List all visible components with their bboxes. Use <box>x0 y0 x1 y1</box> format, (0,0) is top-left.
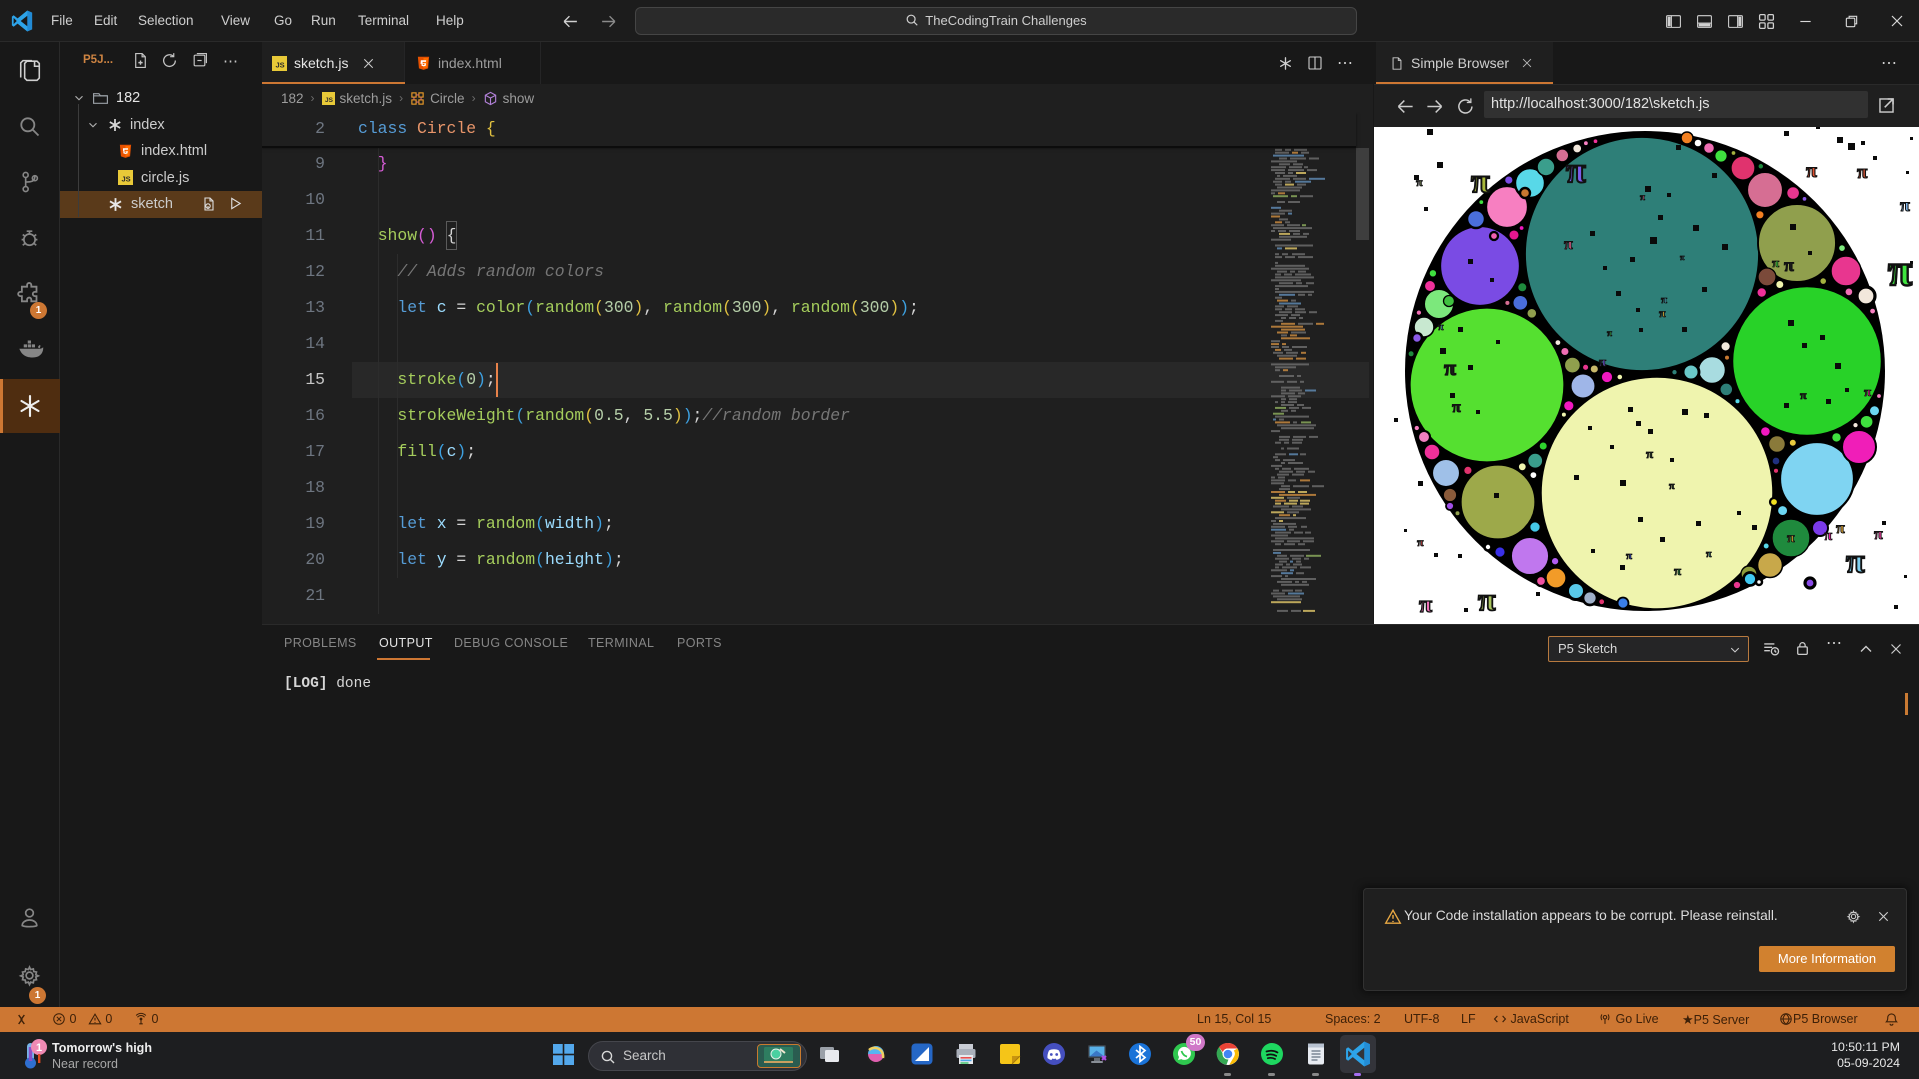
svg-text:π: π <box>1888 246 1912 295</box>
svg-text:π: π <box>1836 520 1845 537</box>
svg-text:π: π <box>1659 306 1666 320</box>
svg-text:JS: JS <box>121 175 130 184</box>
svg-text:π: π <box>1661 294 1667 306</box>
svg-text:π: π <box>1806 160 1817 182</box>
svg-text:π: π <box>1900 195 1910 215</box>
svg-text:π: π <box>1874 526 1883 543</box>
svg-text:JS: JS <box>325 97 334 104</box>
svg-text:π: π <box>1452 399 1461 416</box>
svg-text:π: π <box>1674 563 1681 578</box>
svg-text:π: π <box>1626 550 1632 562</box>
svg-text:π: π <box>1566 150 1586 190</box>
svg-text:π: π <box>1824 528 1833 544</box>
svg-text:π: π <box>1640 192 1645 202</box>
svg-text:π: π <box>1478 581 1496 617</box>
svg-text:π: π <box>1784 255 1794 275</box>
svg-text:π: π <box>1417 535 1424 549</box>
svg-text:π: π <box>1444 355 1456 380</box>
svg-text:π: π <box>1471 163 1490 200</box>
svg-text:π: π <box>1599 354 1606 369</box>
svg-text:π: π <box>1646 446 1653 461</box>
svg-text:π: π <box>1564 236 1573 253</box>
svg-text:π: π <box>1846 543 1865 580</box>
svg-text:JS: JS <box>275 60 284 69</box>
svg-text:π: π <box>1787 531 1795 546</box>
svg-text:π: π <box>1800 388 1807 402</box>
svg-text:π: π <box>1607 328 1612 338</box>
svg-text:π: π <box>1864 384 1871 399</box>
svg-text:π: π <box>1419 592 1432 618</box>
svg-text:π: π <box>1857 162 1868 183</box>
svg-text:π: π <box>1438 322 1444 333</box>
svg-text:π: π <box>1680 253 1685 262</box>
svg-text:π: π <box>1416 175 1423 189</box>
svg-text:π: π <box>1772 255 1779 270</box>
svg-text:1: 1 <box>36 1042 42 1054</box>
svg-text:π: π <box>1706 549 1712 560</box>
svg-text:π: π <box>1669 481 1675 492</box>
